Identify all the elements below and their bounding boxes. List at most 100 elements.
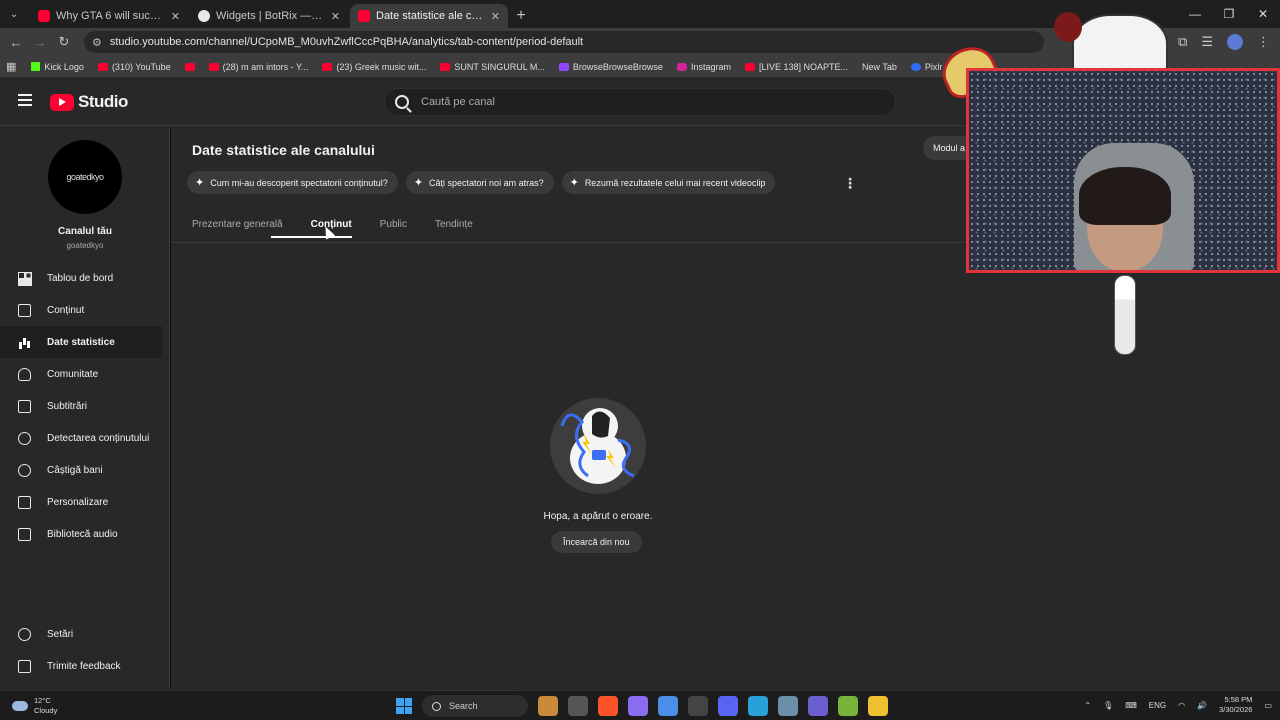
close-icon[interactable]: ✕ (171, 10, 180, 23)
taskbar-apps: Search (396, 695, 888, 717)
suggestion-chip[interactable]: ✦ Rezumă rezultatele celui mai recent vid… (561, 171, 776, 194)
app-icon[interactable] (658, 696, 678, 716)
file-explorer-icon[interactable] (868, 696, 888, 716)
chevron-up-icon[interactable]: ⌃ (1084, 701, 1091, 710)
subtitles-icon (18, 399, 31, 413)
youtube-studio-logo[interactable]: Studio (50, 92, 128, 112)
bookmark[interactable]: Kick Logo (26, 62, 89, 72)
bookmark[interactable]: (23) Greek music wit... (317, 62, 431, 72)
windows-start-icon[interactable] (396, 698, 412, 714)
bookmark[interactable] (180, 62, 200, 71)
sidebar-item-subtitles[interactable]: Subtitrări (0, 390, 170, 422)
customization-icon (18, 495, 31, 509)
screen: ⌄ Why GTA 6 will suck. - YouTube ✕ Widge… (0, 0, 1280, 720)
close-window-icon[interactable]: ✕ (1246, 0, 1280, 28)
instagram-icon (676, 62, 687, 71)
search-highlight-icon[interactable] (538, 696, 558, 716)
volume-icon[interactable]: 🔊 (1197, 701, 1207, 710)
browser-tab-1[interactable]: Why GTA 6 will suck. - YouTube ✕ (30, 4, 188, 28)
teams-icon[interactable] (808, 696, 828, 716)
sidebar-item-community[interactable]: Comunitate (0, 358, 170, 390)
sidebar-nav: Tablou de bord Conținut Date statistice … (0, 262, 170, 550)
back-icon[interactable]: ← (4, 35, 28, 50)
site-info-icon[interactable]: ⚙ (92, 36, 102, 49)
suggestion-chips: ✦ Cum mi-au descoperit spectatorii conțin… (187, 171, 776, 194)
chrome-icon[interactable] (748, 696, 768, 716)
sparkle-icon: ✦ (195, 177, 205, 189)
weather-widget[interactable]: 12°C Cloudy (12, 696, 57, 716)
browser-tab-2[interactable]: Widgets | BotRix — Cloud Strea ✕ (190, 4, 348, 28)
channel-avatar[interactable]: goatedkyo (48, 140, 122, 214)
sidebar-item-analytics[interactable]: Date statistice (0, 326, 162, 358)
tab-overview[interactable]: Prezentare generală (192, 219, 283, 230)
language-indicator[interactable]: ENG (1149, 701, 1166, 710)
close-icon[interactable]: ✕ (491, 10, 500, 23)
tab-trends[interactable]: Tendințe (435, 219, 473, 230)
sidebar-item-customization[interactable]: Personalizare (0, 486, 170, 518)
notifications-icon[interactable]: ▭ (1264, 701, 1272, 710)
search-input[interactable] (421, 96, 821, 108)
bookmark[interactable]: [LIVE 138] NOAPTE... (740, 62, 853, 72)
taskbar-search[interactable]: Search (422, 695, 528, 717)
bookmark[interactable]: New Tab (857, 62, 902, 72)
sidebar-item-feedback[interactable]: Trimite feedback (0, 650, 170, 682)
suggestion-chip[interactable]: ✦ Cum mi-au descoperit spectatorii conțin… (187, 171, 398, 194)
menu-icon[interactable]: ⋮ (1257, 34, 1270, 50)
tab-search-icon[interactable]: ⌄ (0, 0, 28, 28)
browser-tab-3[interactable]: Date statistice ale canalului - Yo ✕ (350, 4, 508, 28)
minimize-icon[interactable]: — (1178, 0, 1212, 28)
url-field[interactable]: ⚙ studio.youtube.com/channel/UCpoMB_M0uv… (84, 31, 1044, 53)
bookmark[interactable]: Instagram (672, 62, 736, 72)
settings-icon (18, 627, 31, 641)
channel-search[interactable] (384, 88, 896, 116)
maximize-icon[interactable]: ❐ (1212, 0, 1246, 28)
sidebar-item-earn[interactable]: Câștigă bani (0, 454, 170, 486)
sidebar-item-settings[interactable]: Setări (0, 618, 170, 650)
bookmark[interactable]: SUNT SINGURUL M... (435, 62, 550, 72)
sidebar-item-audio-library[interactable]: Bibliotecă audio (0, 518, 170, 550)
brave-icon[interactable] (598, 696, 618, 716)
discord-icon[interactable] (718, 696, 738, 716)
apps-grid-icon[interactable]: ▦ (6, 60, 16, 73)
reload-icon[interactable]: ↻ (52, 34, 76, 50)
more-options-icon[interactable]: ⋮ (843, 175, 857, 192)
youtube-icon (744, 62, 755, 71)
youtube-icon (97, 62, 108, 71)
feedback-icon (18, 659, 31, 673)
app-v-icon[interactable] (838, 696, 858, 716)
bookmark[interactable]: BrowseBrowseBrowse (554, 62, 668, 72)
bookmark[interactable]: (310) YouTube (93, 62, 176, 72)
sparkle-icon: ✦ (413, 177, 424, 189)
forward-icon[interactable]: → (28, 35, 52, 50)
close-icon[interactable]: ✕ (331, 10, 340, 23)
cloud-icon (12, 701, 28, 711)
clock[interactable]: 5:58 PM 3/30/2026 (1219, 695, 1252, 715)
new-tab-button[interactable]: + (508, 4, 534, 28)
sidebar-item-dashboard[interactable]: Tablou de bord (0, 262, 170, 294)
bookmark[interactable]: (28) m am intors - Y... (204, 62, 314, 72)
extensions-icon[interactable]: ⧉ (1178, 34, 1187, 50)
channel-name: Canalul tău (58, 226, 112, 237)
copilot-icon[interactable] (628, 696, 648, 716)
task-view-icon[interactable] (568, 696, 588, 716)
toolbar-actions: ⧉ ☰ ⋮ (1178, 34, 1280, 50)
suggestion-chip[interactable]: ✦ Câți spectatori noi am atras? (405, 171, 554, 194)
windows-taskbar: 12°CCloudy Search ⌃ 🎙 ⌨ ENG ◠ 🔊 5:58 PM (0, 690, 1280, 720)
keyboard-icon[interactable]: ⌨ (1125, 701, 1137, 710)
github-icon[interactable] (688, 696, 708, 716)
profile-avatar-icon[interactable] (1227, 34, 1243, 50)
sidebar-item-content[interactable]: Conținut (0, 294, 170, 326)
sidebar-item-copyright[interactable]: Detectarea conținutului (0, 422, 170, 454)
search-icon (395, 95, 409, 109)
tab-audience[interactable]: Public (380, 219, 407, 230)
wifi-icon[interactable]: ◠ (1178, 701, 1185, 710)
youtube-play-icon (50, 93, 74, 111)
microphone-icon[interactable]: 🎙 (1103, 701, 1113, 710)
tab-groups-icon[interactable]: ☰ (1201, 34, 1213, 50)
retry-button[interactable]: Încearcă din nou (551, 531, 642, 553)
menu-hamburger-icon[interactable] (18, 94, 32, 109)
sidebar: goatedkyo Canalul tău goatedkyo Tablou d… (0, 126, 170, 690)
calculator-icon[interactable] (778, 696, 798, 716)
earn-icon (18, 463, 31, 477)
tab-title: Widgets | BotRix — Cloud Strea (216, 10, 325, 22)
